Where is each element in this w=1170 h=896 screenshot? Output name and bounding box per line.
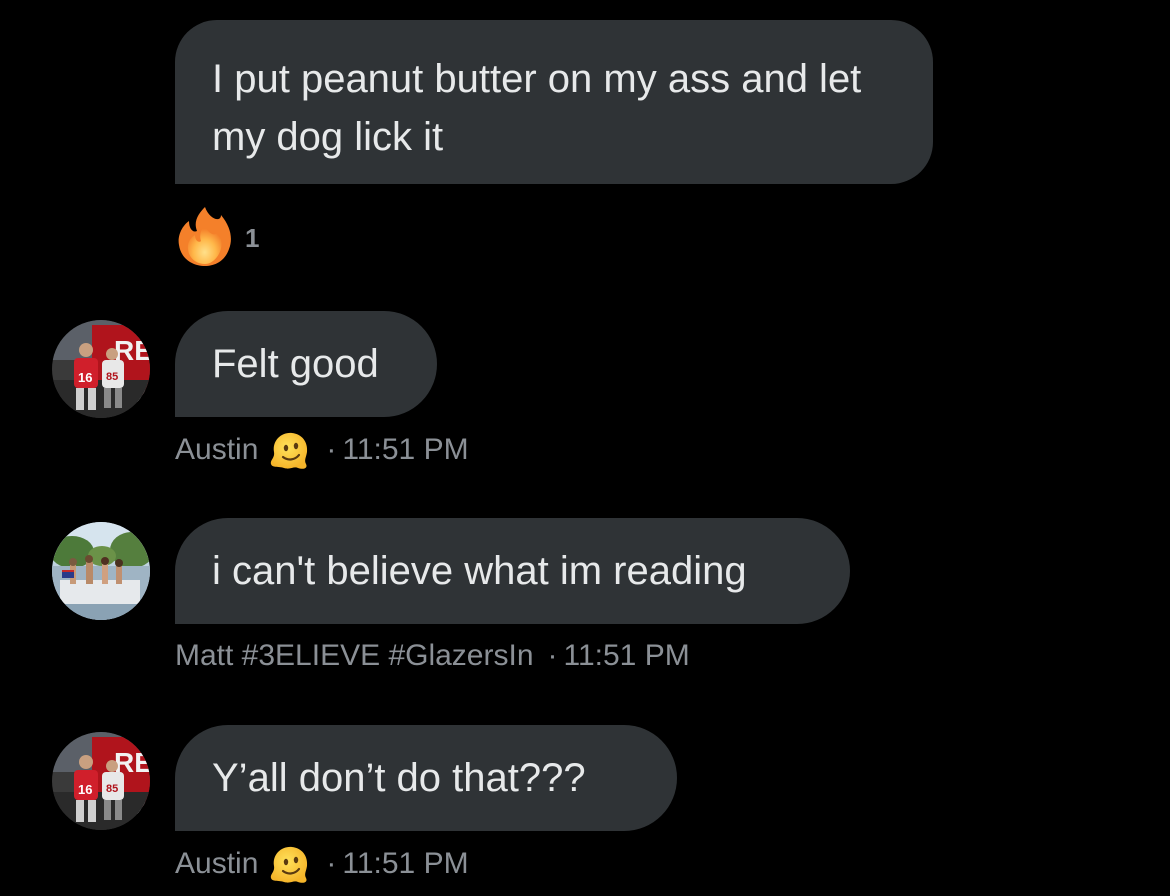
message-meta: Austin · 11:51 PM <box>175 844 469 884</box>
avatar[interactable] <box>52 522 150 620</box>
message-time: 11:51 PM <box>342 847 469 880</box>
sender-name[interactable]: Matt #3ELIEVE #GlazersIn <box>175 638 534 674</box>
message-meta: Austin · 11:51 PM <box>175 430 469 470</box>
meta-separator: · <box>547 639 558 672</box>
message-reaction[interactable]: 1 <box>175 205 259 267</box>
message-bubble[interactable]: Y’all don’t do that??? <box>175 725 677 831</box>
svg-text:16: 16 <box>78 370 92 385</box>
fire-icon <box>178 207 231 266</box>
avatar-football-players-image: RE GO 16 85 <box>52 320 150 418</box>
sender-name[interactable]: Austin <box>175 846 258 882</box>
avatar-football-players-image: RE GO 16 85 <box>52 732 150 830</box>
message-bubble[interactable]: i can't believe what im reading <box>175 518 850 624</box>
melting-face-icon <box>271 432 308 469</box>
meta-separator: · <box>326 433 337 466</box>
svg-text:85: 85 <box>106 783 118 795</box>
avatar[interactable]: RE GO 16 85 <box>52 320 150 418</box>
avatar-boat-party-image <box>52 522 150 620</box>
svg-text:85: 85 <box>106 371 118 383</box>
svg-text:16: 16 <box>78 782 92 797</box>
meta-separator: · <box>326 847 337 880</box>
message-time: 11:51 PM <box>563 639 690 672</box>
melting-face-icon <box>271 846 308 883</box>
sender-name[interactable]: Austin <box>175 432 258 468</box>
message-meta: Matt #3ELIEVE #GlazersIn · 11:51 PM <box>175 638 690 674</box>
message-time: 11:51 PM <box>342 433 469 466</box>
message-bubble[interactable]: I put peanut butter on my ass and let my… <box>175 20 933 184</box>
reaction-count: 1 <box>245 222 260 253</box>
message-bubble[interactable]: Felt good <box>175 311 437 417</box>
avatar[interactable]: RE GO 16 85 <box>52 732 150 830</box>
